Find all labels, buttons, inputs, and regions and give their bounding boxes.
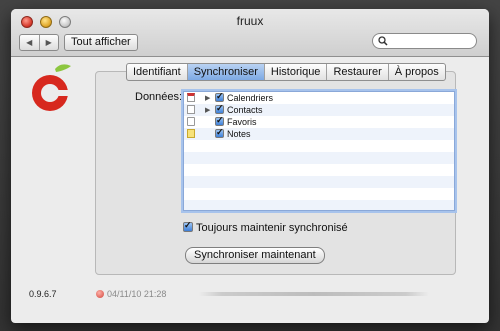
contacts-checkbox[interactable] bbox=[215, 103, 224, 114]
show-all-button[interactable]: Tout afficher bbox=[64, 34, 138, 51]
empty-row bbox=[184, 188, 454, 200]
back-button[interactable]: ◀ bbox=[20, 35, 40, 50]
empty-row bbox=[184, 164, 454, 176]
list-item: Notes bbox=[184, 127, 454, 140]
always-sync-option: Toujours maintenir synchronisé bbox=[183, 220, 348, 234]
sync-progress-bar bbox=[199, 292, 429, 296]
list-item: ▶ Calendriers bbox=[184, 92, 454, 104]
list-item: ▶ Contacts bbox=[184, 103, 454, 116]
calendriers-checkbox[interactable] bbox=[215, 92, 224, 102]
navigation-buttons: ◀ ▶ bbox=[19, 34, 59, 51]
search-icon bbox=[378, 36, 388, 46]
bookmarks-icon bbox=[187, 117, 195, 126]
always-sync-label: Toujours maintenir synchronisé bbox=[196, 222, 348, 234]
window-title: fruux bbox=[236, 14, 264, 28]
empty-row bbox=[184, 200, 454, 210]
list-item: Favoris bbox=[184, 115, 454, 128]
list-item-label: Contacts bbox=[227, 105, 263, 115]
disclosure-triangle-icon[interactable]: ▶ bbox=[205, 106, 210, 114]
status-indicator-icon bbox=[96, 290, 104, 298]
list-item-label: Favoris bbox=[227, 117, 257, 127]
empty-row bbox=[184, 140, 454, 152]
disclosure-triangle-icon[interactable]: ▶ bbox=[205, 94, 210, 102]
tab-identifiant[interactable]: Identifiant bbox=[127, 64, 187, 80]
notes-icon bbox=[187, 129, 195, 138]
tab-a-propos[interactable]: À propos bbox=[387, 64, 445, 80]
chevron-right-icon: ▶ bbox=[45, 38, 52, 47]
tab-restaurer[interactable]: Restaurer bbox=[326, 64, 387, 80]
sync-now-button[interactable]: Synchroniser maintenant bbox=[185, 247, 325, 264]
empty-row bbox=[184, 176, 454, 188]
contacts-icon bbox=[187, 105, 195, 114]
always-sync-checkbox[interactable] bbox=[183, 220, 193, 232]
list-item-label: Calendriers bbox=[227, 93, 274, 103]
forward-button[interactable]: ▶ bbox=[40, 35, 59, 50]
last-sync-time: 04/11/10 21:28 bbox=[107, 289, 167, 299]
title-bar: fruux ◀ ▶ Tout afficher bbox=[11, 9, 489, 57]
last-sync-status: 04/11/10 21:28 bbox=[96, 289, 166, 299]
data-label: Données: bbox=[135, 91, 183, 103]
tab-historique[interactable]: Historique bbox=[263, 64, 327, 80]
preferences-tabs: Identifiant Synchroniser Historique Rest… bbox=[126, 63, 446, 81]
search-field[interactable] bbox=[372, 33, 477, 49]
sync-items-list: ▶ Calendriers ▶ Contacts Favoris Notes bbox=[183, 91, 455, 211]
chevron-left-icon: ◀ bbox=[26, 38, 33, 47]
empty-row bbox=[184, 152, 454, 164]
fruux-logo bbox=[32, 64, 71, 111]
list-item-label: Notes bbox=[227, 129, 251, 139]
notes-checkbox[interactable] bbox=[215, 127, 224, 138]
version-label: 0.9.6.7 bbox=[29, 289, 57, 299]
calendar-icon bbox=[187, 93, 195, 102]
tab-synchroniser[interactable]: Synchroniser bbox=[186, 64, 264, 80]
favoris-checkbox[interactable] bbox=[215, 115, 224, 126]
preferences-window: fruux ◀ ▶ Tout afficher Identifiant Sync… bbox=[11, 9, 489, 323]
